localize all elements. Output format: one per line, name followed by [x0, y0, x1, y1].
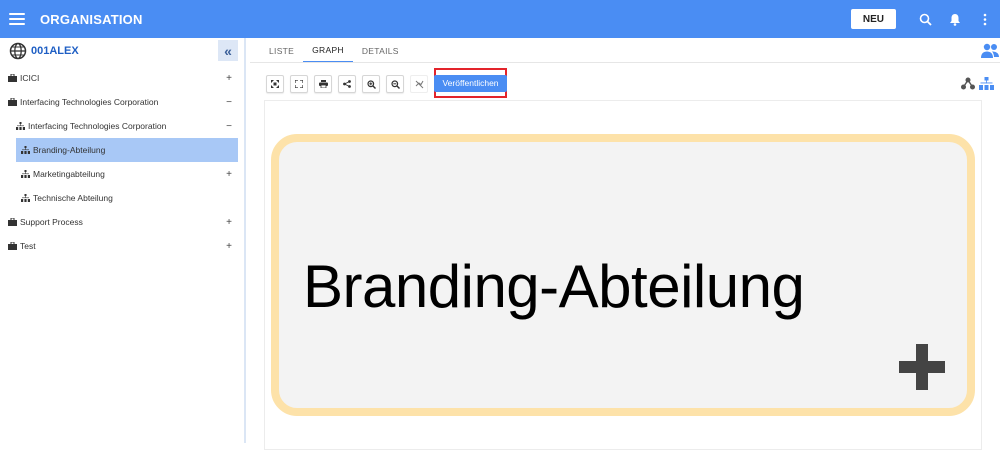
- top-bar-actions: NEU: [850, 0, 1000, 38]
- sidebar-title: 001ALEX: [31, 44, 79, 57]
- publish-button[interactable]: Veröffentlichen: [434, 74, 507, 92]
- share-icon[interactable]: [338, 75, 356, 93]
- app-title: ORGANISATION: [40, 11, 143, 27]
- bell-icon[interactable]: [940, 0, 970, 38]
- tree-item-label: ICICI: [20, 73, 40, 83]
- tree-item-technische[interactable]: Technische Abteilung: [0, 186, 240, 210]
- tree-item-interfacing[interactable]: Interfacing Technologies Corporation −: [0, 90, 240, 114]
- org-chart-icon: [16, 122, 25, 130]
- org-chart-icon: [21, 194, 30, 202]
- tree-item-branding[interactable]: Branding-Abteilung: [16, 138, 238, 162]
- view-tabs: LISTE GRAPH DETAILS: [260, 38, 408, 63]
- org-chart-icon: [21, 146, 30, 154]
- org-chart-icon: [21, 170, 30, 178]
- tree-item-support[interactable]: Support Process +: [0, 210, 240, 234]
- more-vert-icon[interactable]: [970, 0, 1000, 38]
- collapse-toggle[interactable]: −: [226, 121, 232, 132]
- graph-canvas[interactable]: Branding-Abteilung: [264, 100, 982, 450]
- tree-item-label: Marketingabteilung: [33, 169, 105, 179]
- sidebar: 001ALEX « ICICI + Interfacing Technologi…: [0, 38, 246, 443]
- tree-item-icici[interactable]: ICICI +: [0, 66, 240, 90]
- tree-item-interfacing-org[interactable]: Interfacing Technologies Corporation −: [0, 114, 240, 138]
- hide-icon[interactable]: [410, 75, 428, 93]
- tab-details[interactable]: DETAILS: [353, 38, 408, 63]
- publish-highlight: Veröffentlichen: [434, 68, 507, 98]
- tabs-divider: [250, 62, 1000, 63]
- collapse-toggle[interactable]: −: [226, 97, 232, 108]
- briefcase-icon: [8, 98, 17, 106]
- graph-node-label: Branding-Abteilung: [303, 253, 805, 320]
- briefcase-icon: [8, 74, 17, 82]
- top-bar: ORGANISATION NEU: [0, 0, 1000, 38]
- layout-icons: [957, 77, 994, 90]
- sidebar-header: 001ALEX «: [0, 38, 244, 63]
- tree-item-label: Test: [20, 241, 36, 251]
- fit-icon[interactable]: [266, 75, 284, 93]
- org-layout-icon[interactable]: [979, 77, 994, 90]
- graph-toolbar: [266, 75, 434, 93]
- expand-toggle[interactable]: +: [226, 169, 232, 180]
- tab-graph[interactable]: GRAPH: [303, 38, 353, 63]
- tab-liste[interactable]: LISTE: [260, 38, 303, 63]
- tree-item-label: Support Process: [20, 217, 83, 227]
- expand-toggle[interactable]: +: [226, 217, 232, 228]
- briefcase-icon: [8, 242, 17, 250]
- print-icon[interactable]: [314, 75, 332, 93]
- menu-icon[interactable]: [9, 13, 25, 25]
- briefcase-icon: [8, 218, 17, 226]
- expand-toggle[interactable]: +: [226, 241, 232, 252]
- new-button[interactable]: NEU: [850, 9, 896, 29]
- search-icon[interactable]: [910, 0, 940, 38]
- collapse-sidebar-button[interactable]: «: [218, 40, 238, 61]
- expand-toggle[interactable]: +: [226, 73, 232, 84]
- tree-item-label: Interfacing Technologies Corporation: [28, 121, 167, 131]
- tree-item-label: Branding-Abteilung: [33, 145, 106, 155]
- tree-item-test[interactable]: Test +: [0, 234, 240, 258]
- add-child-icon[interactable]: [899, 344, 945, 390]
- zoom-out-icon[interactable]: [386, 75, 404, 93]
- zoom-in-icon[interactable]: [362, 75, 380, 93]
- people-icon[interactable]: [980, 41, 1000, 61]
- tree-layout-icon[interactable]: [961, 77, 975, 90]
- fullscreen-icon[interactable]: [290, 75, 308, 93]
- tree-item-label: Technische Abteilung: [33, 193, 113, 203]
- graph-node[interactable]: Branding-Abteilung: [271, 134, 975, 416]
- tree-item-marketing[interactable]: Marketingabteilung +: [0, 162, 240, 186]
- tree-item-label: Interfacing Technologies Corporation: [20, 97, 159, 107]
- globe-icon: [9, 42, 27, 59]
